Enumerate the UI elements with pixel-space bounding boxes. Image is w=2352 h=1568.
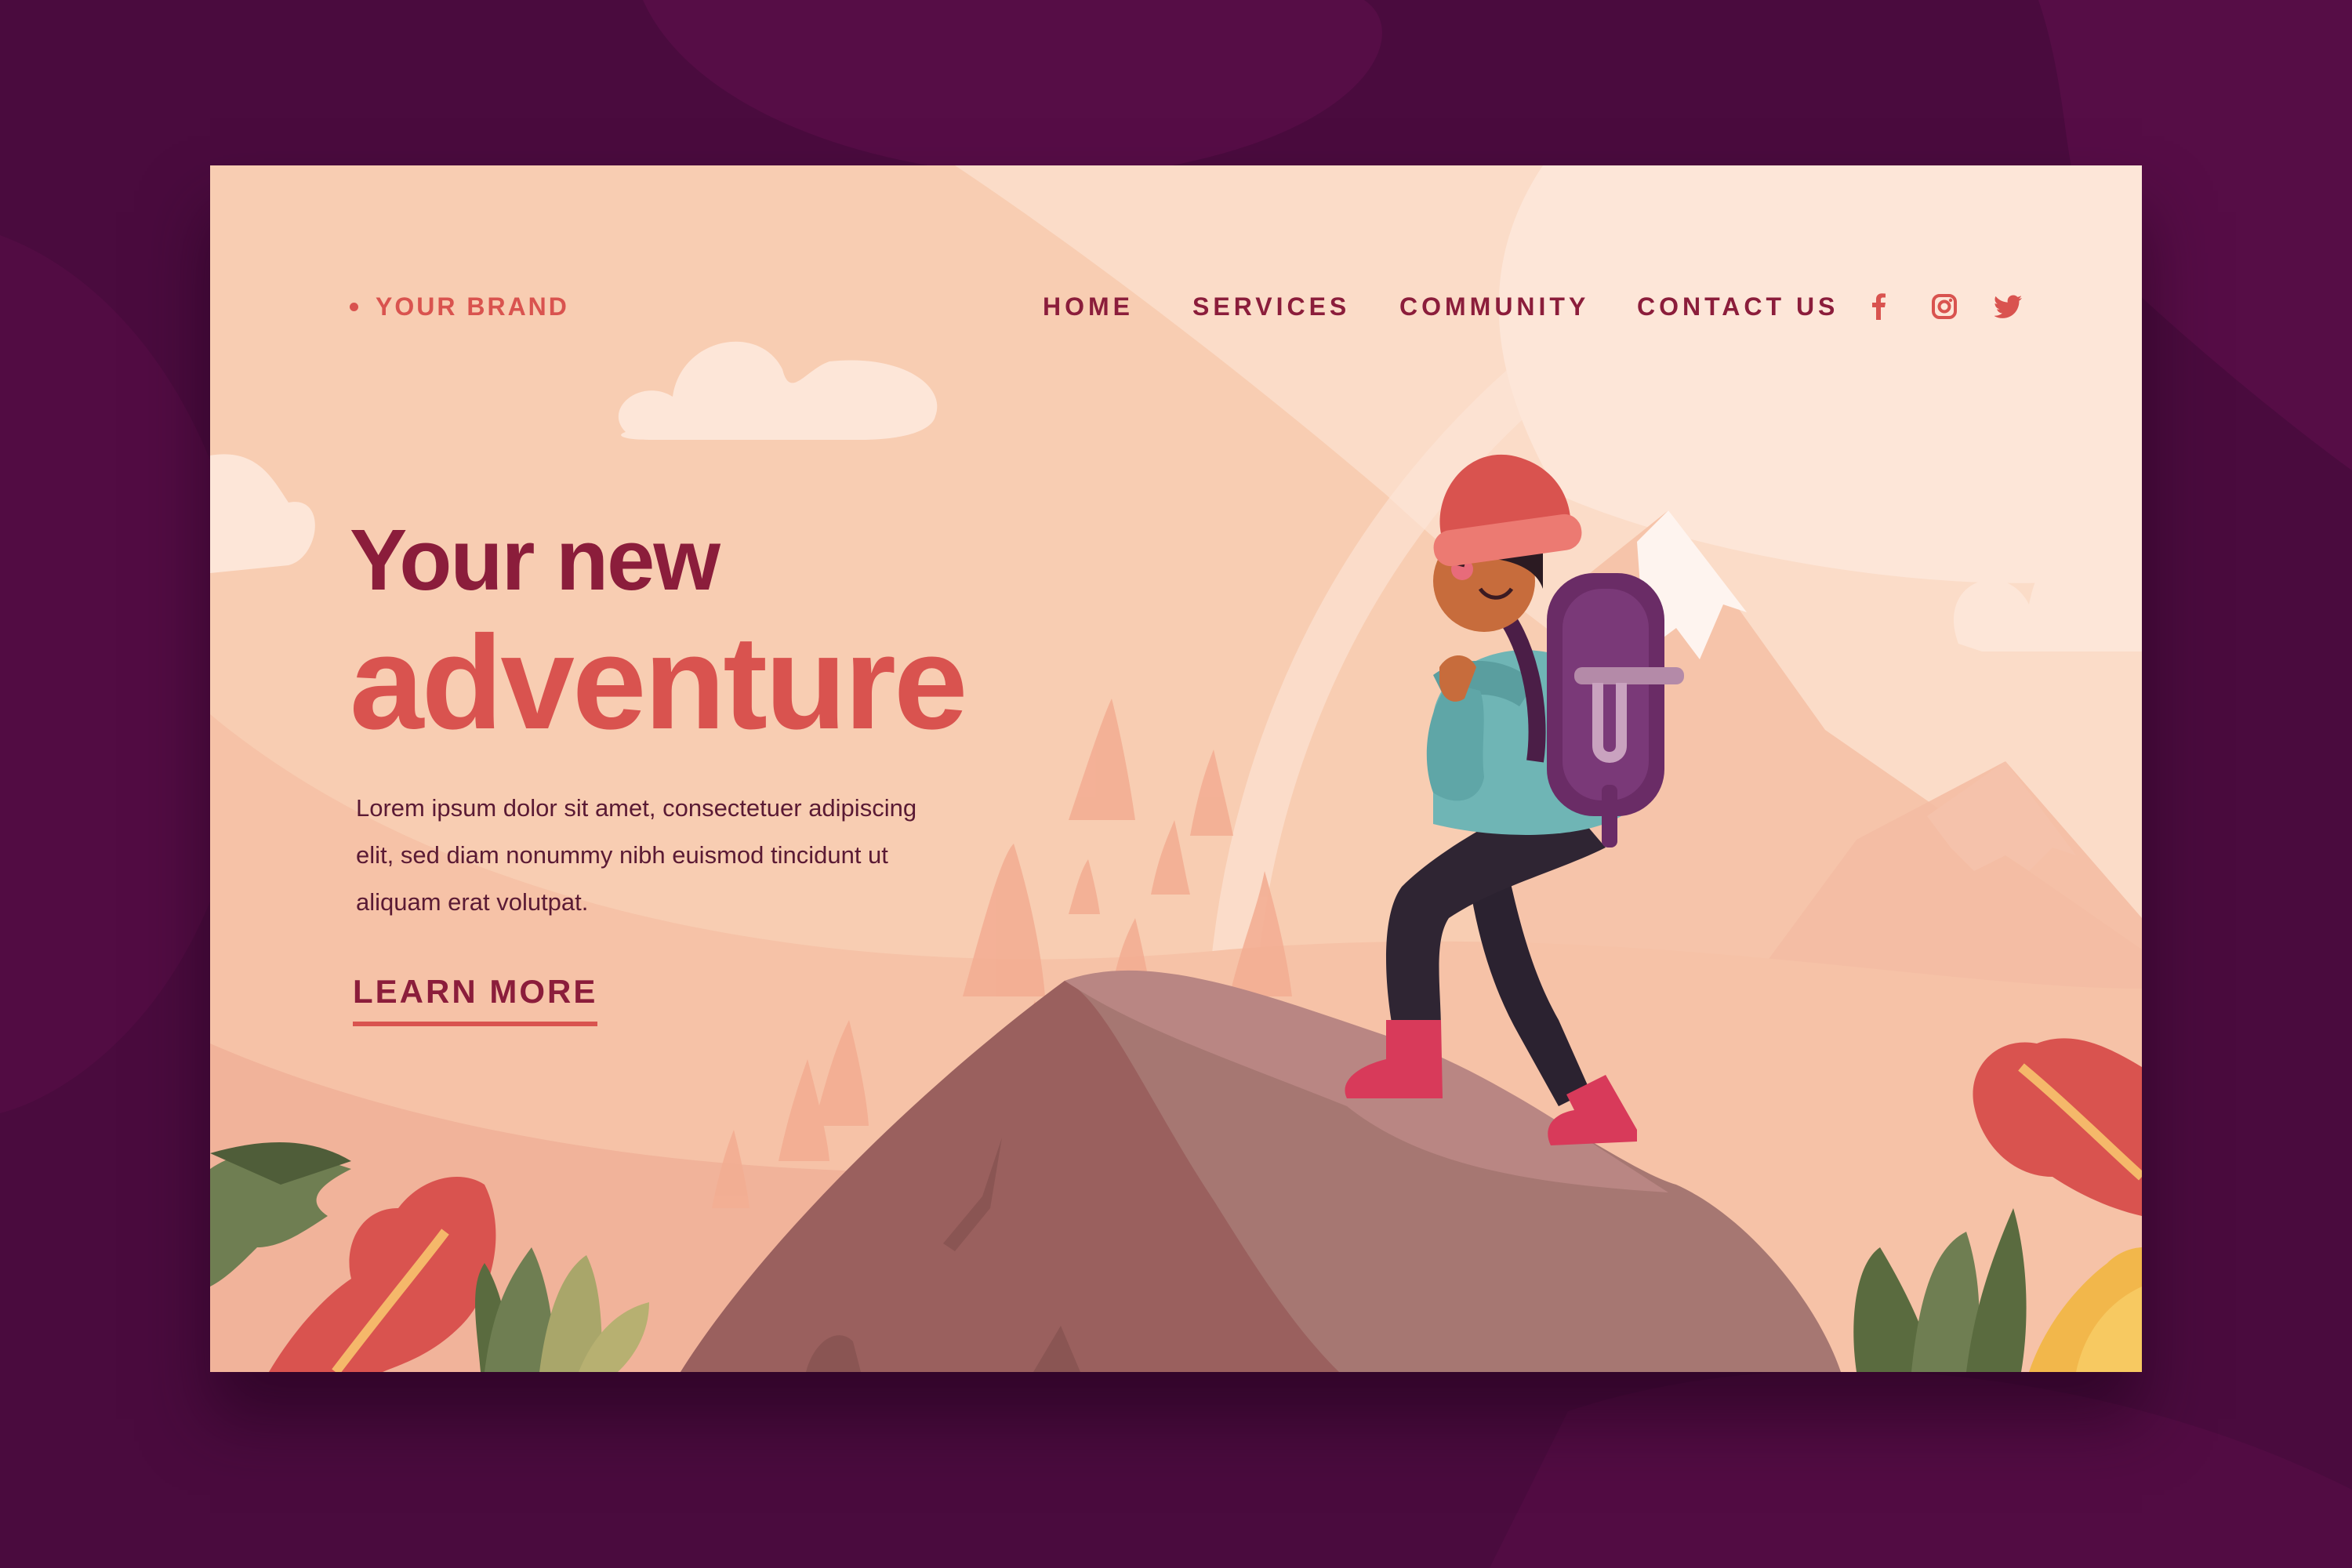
landing-page-card: YOUR BRAND HOME SERVICES COMMUNITY CONTA… — [210, 165, 2142, 1372]
main-nav: HOME SERVICES COMMUNITY CONTACT US — [210, 283, 2142, 330]
hero-title-line1: Your new — [350, 512, 720, 608]
twitter-icon[interactable] — [1985, 283, 2032, 330]
nav-services[interactable]: SERVICES — [1192, 283, 1350, 330]
learn-more-button[interactable]: LEARN MORE — [353, 973, 598, 1026]
hero-body-text: Lorem ipsum dolor sit amet, consectetuer… — [356, 794, 917, 916]
nav-contact-us[interactable]: CONTACT US — [1637, 283, 1838, 330]
hiker-illustration — [210, 165, 2142, 1372]
instagram-icon[interactable] — [1921, 283, 1968, 330]
nav-community[interactable]: COMMUNITY — [1399, 283, 1589, 330]
hero-title-line2: adventure — [350, 608, 967, 757]
nav-home[interactable]: HOME — [1043, 283, 1134, 330]
facebook-icon[interactable] — [1855, 283, 1902, 330]
